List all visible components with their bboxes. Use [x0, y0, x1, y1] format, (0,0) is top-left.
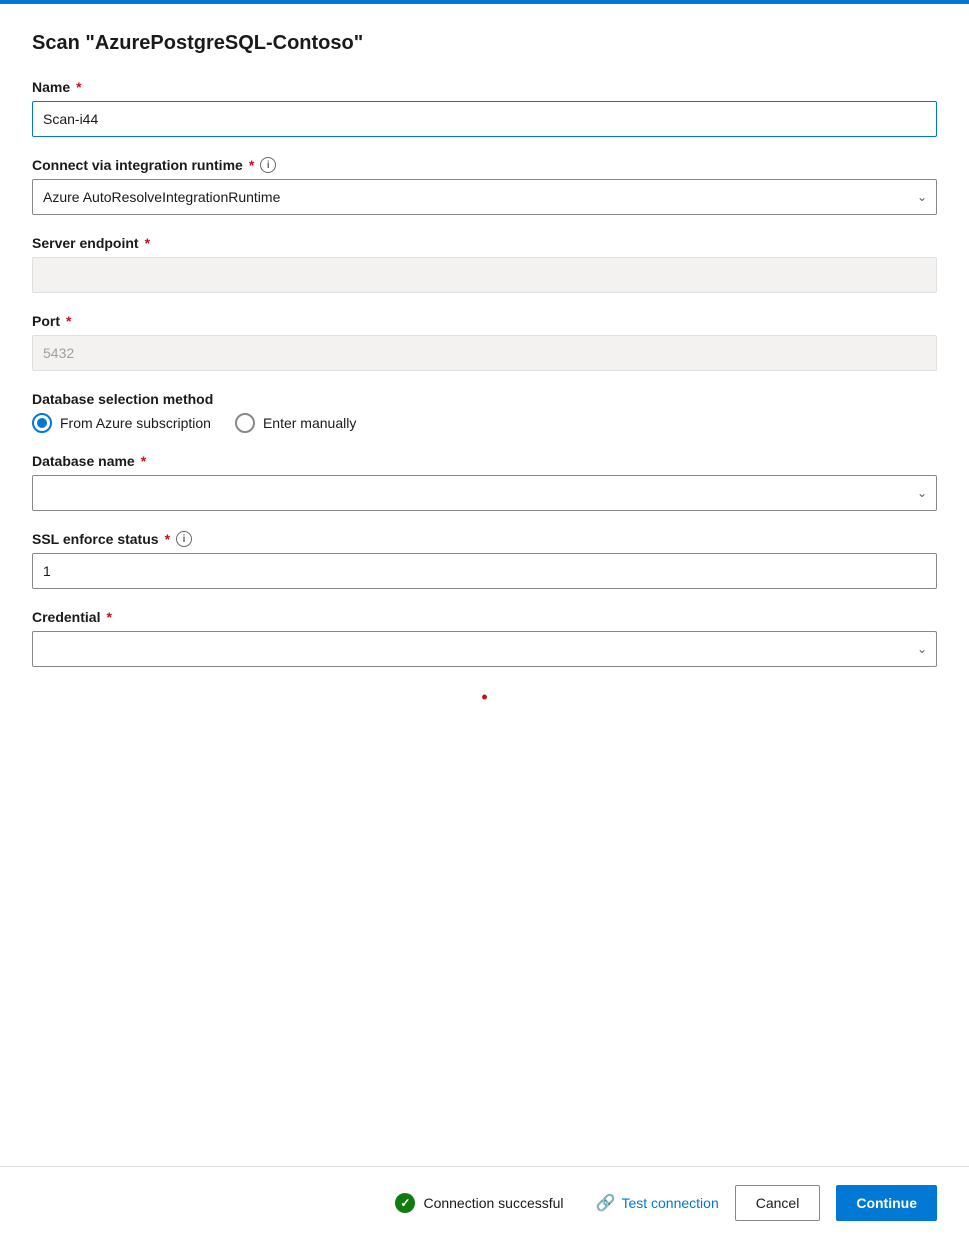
integration-runtime-info-icon: i [260, 157, 276, 173]
cancel-button[interactable]: Cancel [735, 1185, 821, 1221]
server-endpoint-label: Server endpoint * [32, 235, 937, 251]
integration-runtime-field-group: Connect via integration runtime * i Azur… [32, 157, 937, 215]
radio-option-azure[interactable]: From Azure subscription [32, 413, 211, 433]
ssl-enforce-required-star: * [165, 531, 170, 547]
integration-runtime-required-star: * [249, 157, 254, 173]
connection-status-text: Connection successful [423, 1195, 563, 1211]
credential-required-star: * [106, 609, 111, 625]
database-name-select[interactable] [32, 475, 937, 511]
name-field-group: Name * [32, 79, 937, 137]
integration-runtime-label: Connect via integration runtime * i [32, 157, 937, 173]
test-connection-icon: 🔗 [596, 1193, 616, 1213]
credential-select[interactable] [32, 631, 937, 667]
page-title: Scan "AzurePostgreSQL-Contoso" [32, 32, 937, 55]
ssl-enforce-input[interactable] [32, 553, 937, 589]
continue-button[interactable]: Continue [836, 1185, 937, 1221]
radio-circle-manual [235, 413, 255, 433]
database-name-field-group: Database name * ⌄ [32, 453, 937, 511]
database-selection-radio-group: From Azure subscription Enter manually [32, 413, 937, 433]
port-field-group: Port * [32, 313, 937, 371]
database-name-required-star: * [141, 453, 146, 469]
database-name-select-wrapper: ⌄ [32, 475, 937, 511]
credential-select-wrapper: ⌄ [32, 631, 937, 667]
ssl-enforce-label: SSL enforce status * i [32, 531, 937, 547]
name-required-star: * [76, 79, 81, 95]
credential-label: Credential * [32, 609, 937, 625]
server-endpoint-input[interactable] [32, 257, 937, 293]
port-label: Port * [32, 313, 937, 329]
test-connection-button[interactable]: 🔗 Test connection [596, 1193, 719, 1213]
radio-circle-azure [32, 413, 52, 433]
ssl-enforce-info-icon: i [176, 531, 192, 547]
port-required-star: * [66, 313, 71, 329]
ssl-enforce-field-group: SSL enforce status * i [32, 531, 937, 589]
dot-indicator: • [32, 687, 937, 708]
connection-status: ✓ Connection successful [395, 1193, 563, 1213]
footer: ✓ Connection successful 🔗 Test connectio… [0, 1166, 969, 1238]
database-selection-label: Database selection method [32, 391, 937, 407]
form-container: Scan "AzurePostgreSQL-Contoso" Name * Co… [0, 4, 969, 1238]
radio-label-azure: From Azure subscription [60, 415, 211, 431]
success-icon: ✓ [395, 1193, 415, 1213]
port-input[interactable] [32, 335, 937, 371]
credential-field-group: Credential * ⌄ [32, 609, 937, 667]
database-selection-field-group: Database selection method From Azure sub… [32, 391, 937, 433]
radio-label-manual: Enter manually [263, 415, 356, 431]
footer-right: 🔗 Test connection Cancel Continue [596, 1185, 937, 1221]
integration-runtime-select-wrapper: Azure AutoResolveIntegrationRuntime ⌄ [32, 179, 937, 215]
database-name-label: Database name * [32, 453, 937, 469]
name-input[interactable] [32, 101, 937, 137]
radio-option-manual[interactable]: Enter manually [235, 413, 356, 433]
server-endpoint-required-star: * [145, 235, 150, 251]
server-endpoint-field-group: Server endpoint * [32, 235, 937, 293]
name-label: Name * [32, 79, 937, 95]
integration-runtime-select[interactable]: Azure AutoResolveIntegrationRuntime [32, 179, 937, 215]
